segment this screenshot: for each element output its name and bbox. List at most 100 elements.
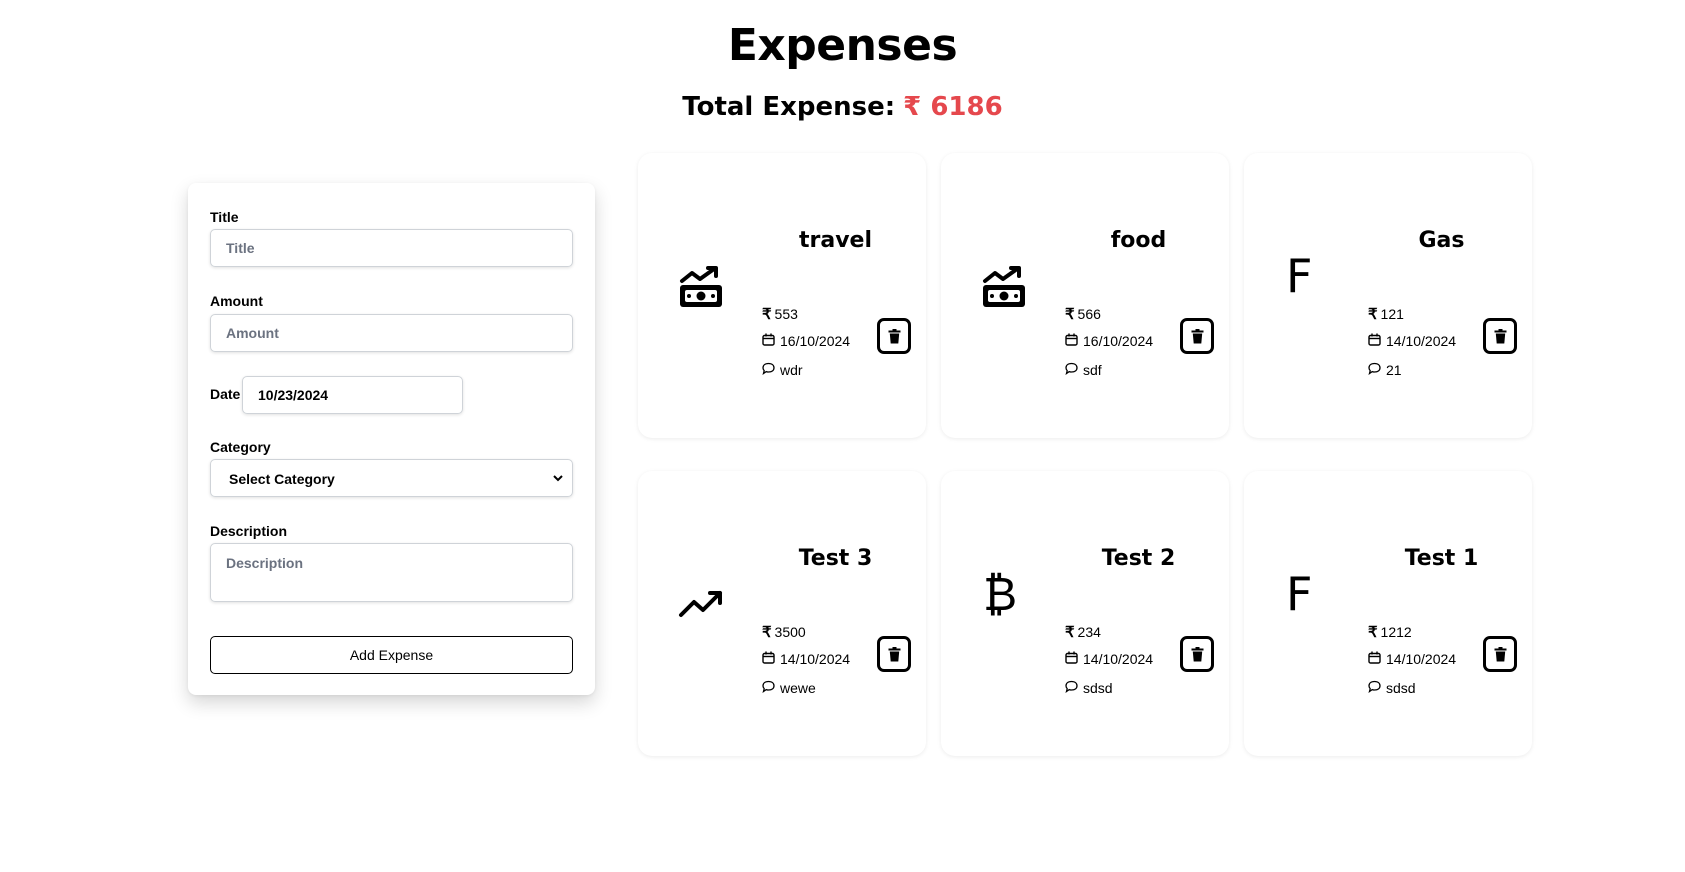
expense-card: Test 2 ₿ ₹234 14/10/2024 sdsd bbox=[941, 471, 1229, 756]
expense-date-row: 14/10/2024 bbox=[1065, 651, 1153, 667]
trash-icon bbox=[888, 328, 901, 344]
calendar-icon bbox=[762, 333, 780, 349]
title-input[interactable]: Title bbox=[210, 229, 573, 267]
expense-title: Test 1 bbox=[1404, 546, 1479, 571]
letter-f-icon: F bbox=[1286, 567, 1313, 621]
expense-date-row: 16/10/2024 bbox=[1065, 333, 1153, 349]
trending-up-icon bbox=[678, 583, 724, 629]
calendar-icon bbox=[762, 651, 780, 667]
expense-note-row: sdsd bbox=[1368, 680, 1416, 696]
letter-f-icon: F bbox=[1286, 249, 1313, 303]
expense-note-row: 21 bbox=[1368, 362, 1402, 378]
expense-title: Test 2 bbox=[1101, 546, 1176, 571]
date-input[interactable]: 10/23/2024 bbox=[242, 376, 463, 414]
trash-icon bbox=[1494, 328, 1507, 344]
delete-button[interactable] bbox=[1483, 318, 1517, 354]
expense-amount-row: ₹553 bbox=[762, 305, 798, 323]
expense-card: food ₹566 16/10/2024 sdf bbox=[941, 153, 1229, 438]
chevron-down-icon bbox=[553, 475, 563, 482]
total-expense-value: ₹ 6186 bbox=[903, 92, 1003, 122]
expense-amount: 1212 bbox=[1380, 624, 1412, 640]
expense-note: sdf bbox=[1083, 362, 1102, 378]
expense-note-row: sdf bbox=[1065, 362, 1102, 378]
rupee-icon: ₹ bbox=[1368, 624, 1378, 641]
expense-note: 21 bbox=[1386, 362, 1402, 378]
calendar-icon bbox=[1065, 333, 1083, 349]
expense-date-row: 14/10/2024 bbox=[1368, 651, 1456, 667]
expense-date-row: 14/10/2024 bbox=[762, 651, 850, 667]
expense-date: 14/10/2024 bbox=[1083, 651, 1154, 667]
add-expense-button[interactable]: Add Expense bbox=[210, 636, 573, 674]
expense-card: travel ₹553 16/10/2024 wdr bbox=[638, 153, 926, 438]
comment-icon bbox=[1368, 362, 1386, 378]
trash-icon bbox=[1191, 328, 1204, 344]
expense-amount-row: ₹234 bbox=[1065, 623, 1101, 641]
expense-note-row: wdr bbox=[762, 362, 803, 378]
expense-title: travel bbox=[798, 228, 872, 253]
bitcoin-icon: ₿ bbox=[983, 567, 1018, 621]
trash-icon bbox=[888, 646, 901, 662]
expense-amount-row: ₹566 bbox=[1065, 305, 1101, 323]
expense-amount-row: ₹3500 bbox=[762, 623, 806, 641]
expense-amount: 3500 bbox=[774, 624, 806, 640]
money-trend-icon bbox=[981, 265, 1027, 311]
expense-note-row: wewe bbox=[762, 680, 816, 696]
total-expense-label: Total Expense: bbox=[682, 92, 896, 122]
expense-amount-row: ₹121 bbox=[1368, 305, 1404, 323]
expense-note: wdr bbox=[780, 362, 803, 378]
category-select[interactable]: Select Category bbox=[210, 459, 573, 497]
description-input[interactable]: Description bbox=[210, 543, 573, 602]
rupee-icon: ₹ bbox=[762, 624, 772, 641]
delete-button[interactable] bbox=[877, 636, 911, 672]
comment-icon bbox=[762, 362, 780, 378]
delete-button[interactable] bbox=[877, 318, 911, 354]
expense-title: Gas bbox=[1418, 228, 1465, 253]
expense-card: Gas F ₹121 14/10/2024 21 bbox=[1244, 153, 1532, 438]
trash-icon bbox=[1494, 646, 1507, 662]
expense-amount: 121 bbox=[1380, 306, 1404, 322]
expense-title: food bbox=[1110, 228, 1167, 253]
category-selected-value: Select Category bbox=[229, 471, 335, 487]
expense-title: Test 3 bbox=[798, 546, 873, 571]
total-expense: Total Expense: ₹ 6186 bbox=[0, 92, 1685, 122]
rupee-icon: ₹ bbox=[1065, 306, 1075, 323]
date-label: Date bbox=[210, 386, 241, 402]
expense-note: sdsd bbox=[1386, 680, 1416, 696]
expense-card: Test 3 ₹3500 14/10/2024 wewe bbox=[638, 471, 926, 756]
expense-amount: 553 bbox=[774, 306, 798, 322]
expense-date: 16/10/2024 bbox=[1083, 333, 1154, 349]
expense-date: 16/10/2024 bbox=[780, 333, 851, 349]
trash-icon bbox=[1191, 646, 1204, 662]
expense-date: 14/10/2024 bbox=[780, 651, 851, 667]
expense-form: Title Title Amount Amount Date 10/23/202… bbox=[188, 183, 595, 695]
expense-note: wewe bbox=[780, 680, 816, 696]
category-label: Category bbox=[210, 439, 271, 455]
expense-amount: 234 bbox=[1077, 624, 1101, 640]
amount-input[interactable]: Amount bbox=[210, 314, 573, 352]
calendar-icon bbox=[1065, 651, 1083, 667]
expense-card: Test 1 F ₹1212 14/10/2024 sdsd bbox=[1244, 471, 1532, 756]
expense-date: 14/10/2024 bbox=[1386, 333, 1457, 349]
delete-button[interactable] bbox=[1180, 318, 1214, 354]
expense-amount: 566 bbox=[1077, 306, 1101, 322]
expense-amount-row: ₹1212 bbox=[1368, 623, 1412, 641]
description-label: Description bbox=[210, 523, 288, 539]
expense-date-row: 14/10/2024 bbox=[1368, 333, 1456, 349]
comment-icon bbox=[1065, 362, 1083, 378]
expense-date-row: 16/10/2024 bbox=[762, 333, 850, 349]
expense-date: 14/10/2024 bbox=[1386, 651, 1457, 667]
rupee-icon: ₹ bbox=[1368, 306, 1378, 323]
expense-note: sdsd bbox=[1083, 680, 1113, 696]
calendar-icon bbox=[1368, 333, 1386, 349]
comment-icon bbox=[1065, 680, 1083, 696]
money-trend-icon bbox=[678, 265, 724, 311]
amount-label: Amount bbox=[210, 293, 263, 309]
delete-button[interactable] bbox=[1483, 636, 1517, 672]
comment-icon bbox=[762, 680, 780, 696]
comment-icon bbox=[1368, 680, 1386, 696]
rupee-icon: ₹ bbox=[762, 306, 772, 323]
rupee-icon: ₹ bbox=[1065, 624, 1075, 641]
expense-note-row: sdsd bbox=[1065, 680, 1113, 696]
title-label: Title bbox=[210, 209, 239, 225]
delete-button[interactable] bbox=[1180, 636, 1214, 672]
